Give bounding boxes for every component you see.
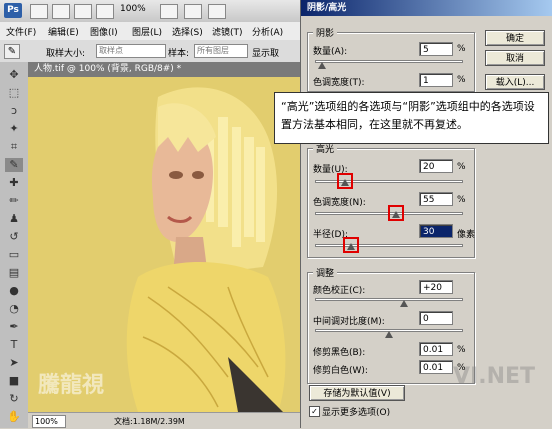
highlights-amount-input[interactable]: 20 [419, 159, 453, 173]
history-brush-tool-icon[interactable]: ↺ [5, 230, 23, 244]
show-more-label[interactable]: 显示更多选项(O) [322, 405, 390, 418]
black-clip-label: 修剪黑色(B): [313, 348, 366, 358]
menu-image[interactable]: 图像(I) [90, 25, 118, 38]
doc-info: 文档:1.18M/2.39M [114, 417, 185, 426]
shadows-tonal-label: 色调宽度(T): [313, 78, 365, 88]
photoshop-logo: Ps [4, 3, 22, 18]
screen-mode-icon[interactable] [208, 4, 226, 19]
shadows-amount-input[interactable]: 5 [419, 42, 453, 56]
grid-icon[interactable] [74, 4, 92, 19]
dodge-tool-icon[interactable]: ◔ [5, 302, 23, 316]
eraser-tool-icon[interactable]: ▭ [5, 248, 23, 262]
shadows-amount-thumb[interactable] [318, 62, 327, 69]
menu-select[interactable]: 选择(S) [172, 25, 203, 38]
path-select-tool-icon[interactable]: ➤ [5, 356, 23, 370]
shadow-highlight-dialog: 阴影/高光 阴影 数量(A): 5 % 色调宽度(T): 1 % 高光 数量(U… [300, 0, 552, 428]
portrait-photo [28, 77, 300, 412]
clone-stamp-tool-icon[interactable]: ♟ [5, 212, 23, 226]
shadows-amount-unit: % [457, 44, 466, 54]
eyedropper-tool-icon[interactable]: ✎ [5, 158, 23, 172]
lasso-tool-icon[interactable]: ↄ [5, 104, 23, 118]
dialog-title: 阴影/高光 [301, 0, 552, 16]
shadows-tonal-input[interactable]: 1 [419, 73, 453, 87]
tutorial-callout: “高光”选项组的各选项与“阴影”选项组中的各选项设置方法基本相同，在这里就不再复… [274, 92, 549, 144]
menu-file[interactable]: 文件(F) [6, 25, 36, 38]
arrange-documents-icon[interactable] [184, 4, 202, 19]
highlights-tonal-unit: % [457, 195, 466, 205]
shadows-amount-slider[interactable] [315, 60, 463, 63]
highlights-tonal-thumb[interactable] [388, 205, 405, 221]
quick-select-tool-icon[interactable]: ✦ [5, 122, 23, 136]
highlights-amount-unit: % [457, 162, 466, 172]
image-canvas[interactable]: 騰龍視 [28, 77, 300, 412]
sample-label: 样本: [168, 49, 190, 59]
menu-layer[interactable]: 图层(L) [132, 25, 162, 38]
color-correction-input[interactable]: +20 [419, 280, 453, 294]
watermark-left: 騰龍視 [38, 373, 105, 398]
sample-size-select[interactable]: 取样点 [96, 44, 166, 58]
midtone-contrast-thumb[interactable] [385, 331, 393, 338]
white-clip-input[interactable]: 0.01 [419, 360, 453, 374]
healing-brush-tool-icon[interactable]: ✚ [5, 176, 23, 190]
shadows-legend: 阴影 [313, 26, 338, 39]
highlights-tonal-input[interactable]: 55 [419, 192, 453, 206]
highlights-amount-thumb[interactable] [336, 173, 353, 189]
bridge-icon[interactable] [30, 4, 48, 19]
shadows-amount-label: 数量(A): [313, 47, 348, 57]
pen-tool-icon[interactable]: ✒ [5, 320, 23, 334]
rotate-3d-tool-icon[interactable]: ↻ [5, 392, 23, 406]
menu-edit[interactable]: 编辑(E) [48, 25, 79, 38]
tools-panel: ✥ ⬚ ↄ ✦ ⌗ ✎ ✚ ✏ ♟ ↺ ▭ ▤ ● ◔ ✒ T ➤ ■ ↻ ✋ [0, 62, 29, 428]
highlights-radius-unit: 像素 [457, 230, 476, 240]
zoom-level[interactable]: 100% [120, 4, 146, 14]
midtone-contrast-input[interactable]: 0 [419, 311, 453, 325]
rotate-view-icon[interactable] [160, 4, 178, 19]
midtone-contrast-label: 中间调对比度(M): [313, 317, 385, 327]
menu-analysis[interactable]: 分析(A) [252, 25, 283, 38]
brush-tool-icon[interactable]: ✏ [5, 194, 23, 208]
highlights-radius-input[interactable]: 30 [419, 224, 453, 238]
menu-filter[interactable]: 滤镜(T) [212, 25, 243, 38]
type-tool-icon[interactable]: T [5, 338, 23, 352]
highlights-radius-thumb[interactable] [343, 237, 359, 253]
eyedropper-icon[interactable]: ✎ [4, 44, 20, 59]
document-tab[interactable]: 人物.tif @ 100% (背景, RGB/8#) * [28, 62, 300, 77]
marquee-tool-icon[interactable]: ⬚ [5, 86, 23, 100]
show-ring-label[interactable]: 显示取 [252, 46, 279, 59]
shape-tool-icon[interactable]: ■ [5, 374, 23, 388]
highlights-radius-slider[interactable] [315, 244, 463, 247]
blur-tool-icon[interactable]: ● [5, 284, 23, 298]
ok-button[interactable]: 确定 [485, 30, 545, 46]
load-button[interactable]: 载入(L)... [485, 74, 545, 90]
gradient-tool-icon[interactable]: ▤ [5, 266, 23, 280]
move-tool-icon[interactable]: ✥ [5, 68, 23, 82]
watermark-right: VI.NET [453, 364, 536, 389]
hand-tool-icon[interactable]: ✋ [5, 410, 23, 424]
black-clip-unit: % [457, 345, 466, 355]
color-correction-thumb[interactable] [400, 300, 408, 307]
mini-bridge-icon[interactable] [52, 4, 70, 19]
status-bar: 100% 文档:1.18M/2.39M [28, 412, 300, 429]
status-zoom[interactable]: 100% [32, 415, 66, 428]
hand-icon[interactable] [96, 4, 114, 19]
cancel-button[interactable]: 取消 [485, 50, 545, 66]
adjustments-legend: 调整 [313, 266, 338, 279]
shadows-tonal-unit: % [457, 75, 466, 85]
highlights-tonal-label: 色调宽度(N): [313, 198, 366, 208]
sample-select[interactable]: 所有图层 [194, 44, 248, 58]
sample-size-label: 取样大小: [46, 49, 86, 59]
crop-tool-icon[interactable]: ⌗ [5, 140, 23, 154]
white-clip-label: 修剪白色(W): [313, 366, 368, 376]
show-more-checkbox[interactable]: ✓ [309, 406, 320, 417]
color-correction-label: 颜色校正(C): [313, 286, 366, 296]
color-correction-slider[interactable] [315, 298, 463, 301]
black-clip-input[interactable]: 0.01 [419, 342, 453, 356]
save-default-button[interactable]: 存储为默认值(V) [309, 385, 405, 401]
